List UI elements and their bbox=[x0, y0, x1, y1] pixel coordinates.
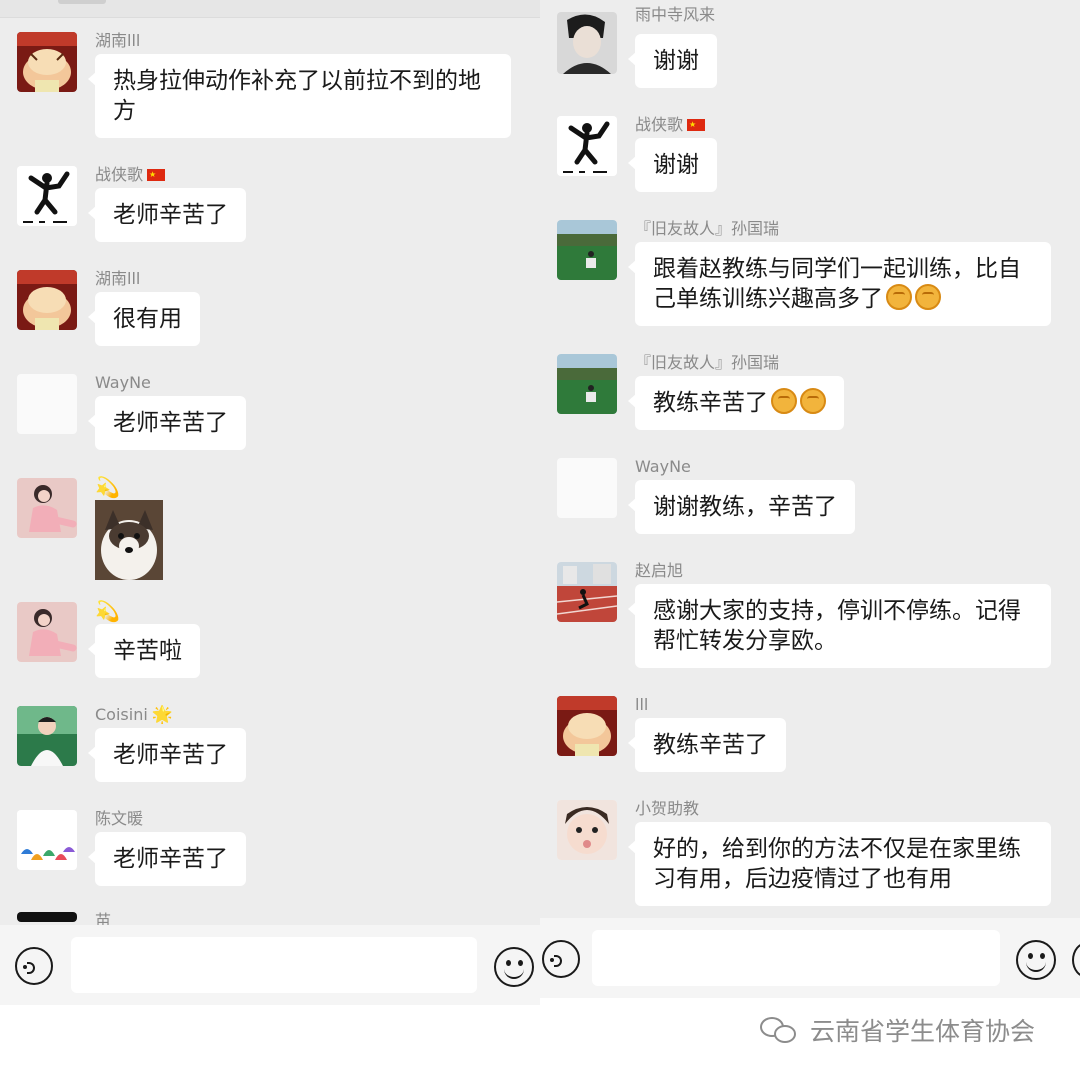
message-text: 跟着赵教练与同学们一起训练，比自己单练训练兴趣高多了 bbox=[653, 256, 1021, 312]
sender-name: 湖南lll bbox=[95, 269, 141, 288]
message-input[interactable] bbox=[71, 937, 477, 993]
message-bubble[interactable]: 感谢大家的支持，停训不停练。记得帮忙转发分享欧。 bbox=[628, 584, 1051, 668]
girl-avatar[interactable] bbox=[17, 478, 77, 538]
sender-name: 赵启旭 bbox=[635, 561, 684, 580]
message-bubble[interactable]: 热身拉伸动作补充了以前拉不到的地方 bbox=[88, 54, 511, 138]
more-button[interactable] bbox=[1072, 942, 1080, 978]
sender-name: 陈文暖 bbox=[95, 809, 144, 828]
input-bar bbox=[0, 925, 540, 1005]
voice-icon[interactable] bbox=[542, 940, 580, 978]
top-bar bbox=[0, 0, 540, 18]
cartoon-avatar[interactable] bbox=[17, 270, 77, 330]
sender-name: 湖南lll bbox=[95, 31, 141, 50]
star-icon: 🌟 bbox=[151, 705, 173, 725]
left-chat-panel: 湖南lll 热身拉伸动作补充了以前拉不到的地方 战侠歌 老师辛苦了 湖南lll … bbox=[0, 0, 540, 1005]
man-avatar[interactable] bbox=[557, 12, 617, 74]
message-bubble[interactable]: 好的，给到你的方法不仅是在家里练习有用，后边疫情过了也有用 bbox=[628, 822, 1051, 906]
emoji-icon[interactable] bbox=[494, 947, 534, 987]
fist-emoji-icon bbox=[800, 388, 826, 414]
blank-avatar[interactable] bbox=[17, 374, 77, 434]
input-bar bbox=[540, 918, 1080, 998]
message-bubble[interactable]: 谢谢教练，辛苦了 bbox=[628, 480, 855, 534]
cartoon-avatar[interactable] bbox=[17, 32, 77, 92]
message-bubble[interactable]: 教练辛苦了 bbox=[628, 718, 786, 772]
sender-name: 💫 bbox=[95, 599, 120, 623]
field-avatar[interactable] bbox=[557, 354, 617, 414]
sender-name: WayNe bbox=[95, 373, 151, 392]
wechat-icon bbox=[760, 1015, 800, 1045]
sender-name: lll bbox=[635, 695, 649, 714]
sender-name: WayNe bbox=[635, 457, 691, 476]
cartoon-avatar[interactable] bbox=[557, 696, 617, 756]
sender-name: 战侠歌 bbox=[635, 115, 706, 134]
sender-name: Coisini 🌟 bbox=[95, 705, 173, 725]
sender-name: 战侠歌 bbox=[95, 165, 166, 184]
message-bubble[interactable]: 老师辛苦了 bbox=[88, 396, 246, 450]
watermark-text: 云南省学生体育协会 bbox=[810, 1017, 1036, 1046]
message-bubble[interactable]: 很有用 bbox=[88, 292, 200, 346]
puppy-sticker[interactable] bbox=[95, 500, 163, 580]
girl-avatar[interactable] bbox=[17, 602, 77, 662]
baby-avatar[interactable] bbox=[557, 800, 617, 860]
sprinter-avatar[interactable] bbox=[557, 116, 617, 176]
sprinter-avatar[interactable] bbox=[17, 166, 77, 226]
sender-name: 『旧友故人』孙国瑞 bbox=[635, 353, 780, 372]
swirl-icon: 💫 bbox=[95, 599, 120, 623]
message-bubble[interactable]: 跟着赵教练与同学们一起训练，比自己单练训练兴趣高多了 bbox=[628, 242, 1051, 326]
right-chat-panel: 雨中寺风来 谢谢 战侠歌 谢谢 『旧友故人』孙国瑞 跟着赵教练与同学们一起训练，… bbox=[540, 0, 1080, 998]
colorful-avatar[interactable] bbox=[17, 810, 77, 870]
message-bubble[interactable]: 教练辛苦了 bbox=[628, 376, 844, 430]
top-tab bbox=[58, 0, 106, 4]
message-bubble[interactable]: 老师辛苦了 bbox=[88, 188, 246, 242]
sender-label: 战侠歌 bbox=[95, 165, 144, 184]
message-bubble[interactable]: 老师辛苦了 bbox=[88, 728, 246, 782]
china-flag-icon bbox=[147, 166, 166, 184]
sender-name: 『旧友故人』孙国瑞 bbox=[635, 219, 780, 238]
blank-avatar[interactable] bbox=[557, 458, 617, 518]
message-text: 教练辛苦了 bbox=[653, 390, 768, 416]
china-flag-icon bbox=[687, 116, 706, 134]
boy-avatar[interactable] bbox=[17, 706, 77, 766]
message-bubble[interactable]: 老师辛苦了 bbox=[88, 832, 246, 886]
message-bubble[interactable]: 谢谢 bbox=[628, 34, 717, 88]
watermark: 云南省学生体育协会 bbox=[760, 1012, 1035, 1048]
message-bubble[interactable]: 辛苦啦 bbox=[88, 624, 200, 678]
fist-emoji-icon bbox=[886, 284, 912, 310]
track-avatar[interactable] bbox=[557, 562, 617, 622]
sender-name: 雨中寺风来 bbox=[635, 5, 716, 24]
fist-emoji-icon bbox=[771, 388, 797, 414]
swirl-icon: 💫 bbox=[95, 475, 120, 499]
dark-avatar[interactable] bbox=[17, 912, 77, 922]
sender-name: 💫 bbox=[95, 475, 120, 499]
field-avatar[interactable] bbox=[557, 220, 617, 280]
message-bubble[interactable]: 谢谢 bbox=[628, 138, 717, 192]
message-input[interactable] bbox=[592, 930, 1000, 986]
fist-emoji-icon bbox=[915, 284, 941, 310]
emoji-icon[interactable] bbox=[1016, 940, 1056, 980]
sender-label: Coisini bbox=[95, 705, 148, 724]
voice-icon[interactable] bbox=[15, 947, 53, 985]
sender-label: 战侠歌 bbox=[635, 115, 684, 134]
sender-name: 小贺助教 bbox=[635, 799, 700, 818]
screenshot-collage: 湖南lll 热身拉伸动作补充了以前拉不到的地方 战侠歌 老师辛苦了 湖南lll … bbox=[0, 0, 1080, 1078]
